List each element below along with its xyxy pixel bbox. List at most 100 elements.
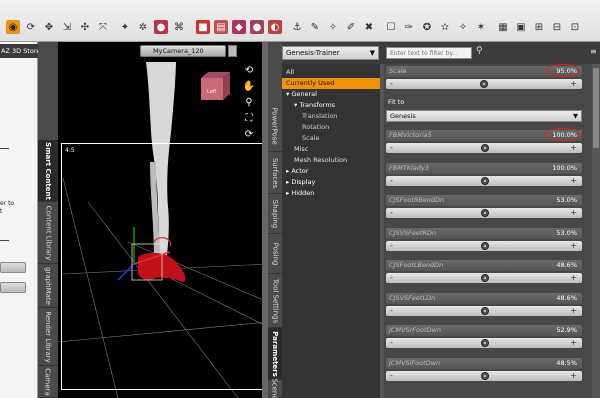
iray-icon[interactable]: ◆ [232,20,246,34]
tab-parameters[interactable]: Parameters [268,328,282,380]
tool-c-icon[interactable]: ✧ [456,20,470,34]
tree-item[interactable]: Translation [282,111,382,122]
preview-icon[interactable]: ● [250,20,264,34]
tab-powerpose[interactable]: PowerPose [268,100,282,152]
tree-item[interactable]: ▸ Hidden [282,188,382,199]
slider-value[interactable]: 48.6% [556,293,577,304]
render-icon[interactable]: ■ [196,20,210,34]
left-button-2[interactable] [0,282,26,293]
increment-icon[interactable]: + [570,176,577,186]
node-tool-icon[interactable]: ✣ [78,20,92,34]
tree-item[interactable]: ▸ Actor [282,166,382,177]
tab-render-library[interactable]: Render Library [38,308,58,366]
filter-input[interactable] [386,47,472,59]
scale-tool-icon[interactable]: ⇲ [60,20,74,34]
slider-track[interactable]: - + [386,371,582,381]
tree-item[interactable]: ▾ Transforms [282,100,382,111]
slider-track[interactable]: - + [386,306,582,316]
frame-icon[interactable]: ⛶ [243,112,255,124]
slider-knob[interactable] [481,177,489,185]
search-icon[interactable]: ⚲ [476,46,488,58]
camera-dropdown-button[interactable] [228,45,237,57]
slider-track[interactable]: - + [386,176,582,186]
slider-knob[interactable] [481,372,489,380]
light-icon[interactable]: ✎ [308,20,322,34]
brush-icon[interactable]: ✐ [344,20,358,34]
tab-smart-content[interactable]: Smart Content [38,140,58,202]
tool-a-icon[interactable]: ✪ [420,20,434,34]
decrement-icon[interactable]: - [390,338,393,348]
tool-i-icon[interactable]: ⊡ [568,20,582,34]
increment-icon[interactable]: + [570,371,577,381]
slider-value[interactable]: 48.5% [556,358,577,369]
scrollbar-thumb[interactable] [593,68,599,148]
slider-track[interactable]: - + [386,241,582,251]
pane-menu-icon[interactable]: ≡ [590,47,597,56]
decrement-icon[interactable]: - [390,371,393,381]
move-tool-icon[interactable]: ✥ [42,20,56,34]
slider-track[interactable]: - + [386,338,582,348]
shape-icon[interactable]: ◐ [268,20,282,34]
slider-track[interactable]: - + [386,273,582,283]
increment-icon[interactable]: + [570,338,577,348]
decrement-icon[interactable]: - [390,273,393,283]
increment-icon[interactable]: + [570,241,577,251]
tab-scene[interactable]: Scene [268,378,282,398]
slider-track[interactable]: - + [386,208,582,218]
slider-value[interactable]: 100.0% [552,163,577,174]
tool-h-icon[interactable]: ⊟ [550,20,564,34]
anchor-icon[interactable]: ⚓ [290,20,304,34]
slider-value[interactable]: 48.6% [556,260,577,271]
tree-item[interactable]: Scale [282,133,382,144]
decrement-icon[interactable]: - [390,79,393,89]
slider-track[interactable]: - + [386,79,582,89]
store-tab[interactable]: AZ 3D Store [0,44,38,58]
tree-item[interactable]: Rotation [282,122,382,133]
slider-knob[interactable] [481,144,489,152]
fill-icon[interactable]: ✖ [362,20,376,34]
reset-view-icon[interactable]: ⟳ [243,128,255,140]
spot-icon[interactable]: ✧ [326,20,340,34]
fit-to-select[interactable]: Genesis ▼ [386,110,582,122]
increment-icon[interactable]: + [570,273,577,283]
render-settings-icon[interactable]: ▤ [214,20,228,34]
tab-shaping[interactable]: Shaping [268,194,282,234]
tree-item[interactable]: Currently Used [282,78,382,89]
slider-track[interactable]: - + [386,143,582,153]
slider-knob[interactable] [481,339,489,347]
tab-graphmate[interactable]: graphMate [38,264,58,308]
slider-knob[interactable] [480,80,488,88]
slider-knob[interactable] [481,307,489,315]
tree-item[interactable]: ▾ General [282,89,382,100]
slider-value[interactable]: 53.0% [556,228,577,239]
pan-icon[interactable]: ✋ [243,80,255,92]
view-cube[interactable]: Left [201,72,230,100]
property-scrollbar[interactable] [592,64,600,398]
dropper-icon[interactable]: ✑ [402,20,416,34]
region-tool-icon[interactable]: ✲ [136,20,150,34]
decrement-icon[interactable]: - [390,143,393,153]
decrement-icon[interactable]: - [390,306,393,316]
3d-viewport[interactable]: Left MyCamera_120 ⟲ ✋ ⚲ ⛶ ⟳ 4:5 [58,42,268,398]
decrement-icon[interactable]: - [390,208,393,218]
tab-surfaces[interactable]: Surfaces [268,152,282,194]
increment-icon[interactable]: + [570,306,577,316]
zoom-icon[interactable]: ⚲ [243,96,255,108]
tool-d-icon[interactable]: ✶ [474,20,488,34]
slider-value[interactable]: 52.9% [556,325,577,336]
slider-knob[interactable] [481,274,489,282]
tree-item[interactable]: All [282,67,382,78]
tab-tool-settings[interactable]: Tool Settings [268,274,282,328]
tab-content-library[interactable]: Content Library [38,202,58,264]
decrement-icon[interactable]: - [390,176,393,186]
node-selector[interactable]: Genesis-Trainer ▼ [282,46,379,60]
increment-icon[interactable]: + [570,208,577,218]
left-button-1[interactable] [0,262,26,273]
orbit-icon[interactable]: ⟲ [243,64,255,76]
increment-icon[interactable]: + [570,143,577,153]
pose-tool-icon[interactable]: ✦ [118,20,132,34]
camera-selector[interactable]: MyCamera_120 [140,45,226,57]
tree-item[interactable]: Mesh Resolution [282,155,382,166]
universal-tool-icon[interactable]: ◉ [6,20,20,34]
tab-posing[interactable]: Posing [268,234,282,274]
